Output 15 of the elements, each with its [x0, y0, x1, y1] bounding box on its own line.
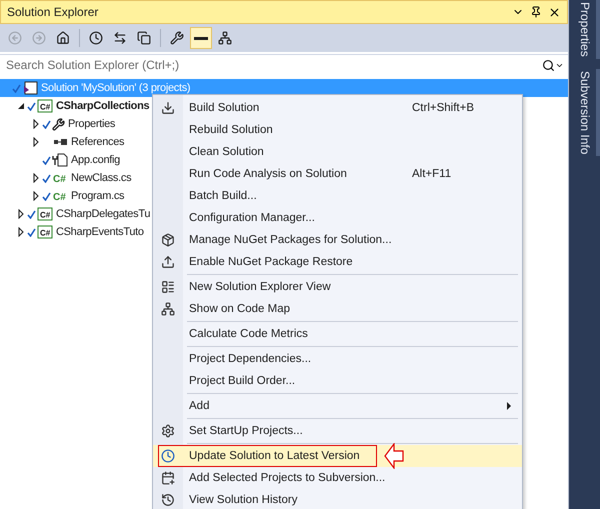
csharp-project-icon: C# — [37, 225, 53, 239]
tree-item-label: CSharpEventsTuto — [56, 226, 144, 238]
tree-item-label: References — [71, 136, 124, 148]
window-title: Solution Explorer — [7, 5, 100, 19]
csharp-file-icon: C# — [52, 189, 68, 203]
csharp-project-icon: C# — [37, 99, 53, 113]
tree-item-label: NewClass.cs — [71, 172, 132, 184]
tree-item-label: Program.cs — [71, 190, 124, 202]
tree-item-label: CSharpCollections — [56, 100, 150, 112]
tree-item-label: Properties — [68, 118, 116, 130]
tree-item-label: CSharpDelegatesTu — [56, 208, 150, 220]
tree-item-label: App.config — [71, 154, 120, 166]
tree-item-label: Solution 'MySolution' (3 projects) — [41, 82, 190, 94]
csharp-project-icon: C# — [37, 207, 53, 221]
csharp-file-icon: C# — [52, 171, 68, 185]
